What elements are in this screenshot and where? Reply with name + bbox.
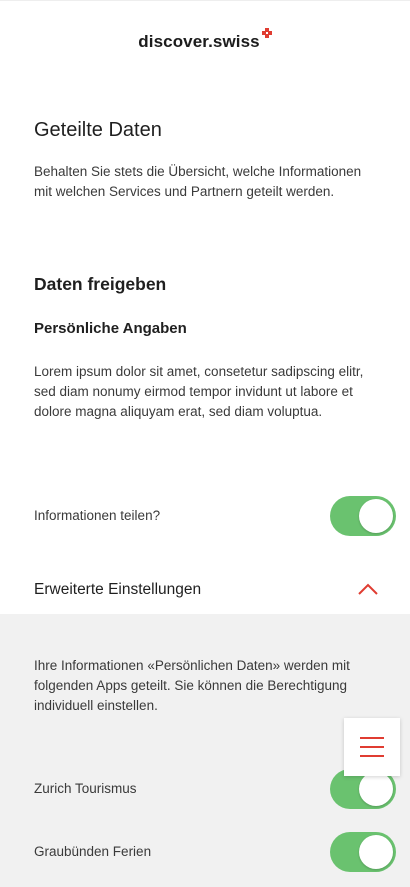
page-description: Behalten Sie stets die Übersicht, welche… <box>34 164 362 199</box>
personal-info-description: Lorem ipsum dolor sit amet, consetetur s… <box>34 364 364 419</box>
app-row-graubuenden: Graubünden Ferien <box>34 832 396 872</box>
share-info-toggle[interactable] <box>330 496 396 536</box>
section-title-data-release: Daten freigeben <box>34 274 167 294</box>
app-row-zurich: Zurich Tourismus <box>34 769 396 809</box>
app-header: discover.swiss <box>0 0 410 80</box>
graubuenden-ferien-toggle[interactable] <box>330 832 396 872</box>
logo-text: discover.swiss <box>138 32 260 51</box>
app-label: Graubünden Ferien <box>34 844 152 859</box>
logo[interactable]: discover.swiss <box>0 28 410 52</box>
toggle-knob <box>359 835 393 869</box>
app-label: Zurich Tourismus <box>34 781 137 796</box>
advanced-settings-header[interactable]: Erweiterte Einstellungen <box>34 576 379 606</box>
swiss-cross-icon <box>261 28 272 38</box>
share-info-row: Informationen teilen? <box>34 496 396 536</box>
toggle-knob <box>359 772 393 806</box>
personal-info-title: Persönliche Angaben <box>34 320 187 337</box>
chevron-up-icon[interactable] <box>357 582 379 596</box>
menu-button[interactable] <box>344 718 400 776</box>
page-title: Geteilte Daten <box>34 119 162 141</box>
share-info-label: Informationen teilen? <box>34 508 161 523</box>
advanced-settings-description: Ihre Informationen «Persönlichen Daten» … <box>34 658 350 713</box>
advanced-settings-label: Erweiterte Einstellungen <box>34 581 202 598</box>
toggle-knob <box>359 499 393 533</box>
